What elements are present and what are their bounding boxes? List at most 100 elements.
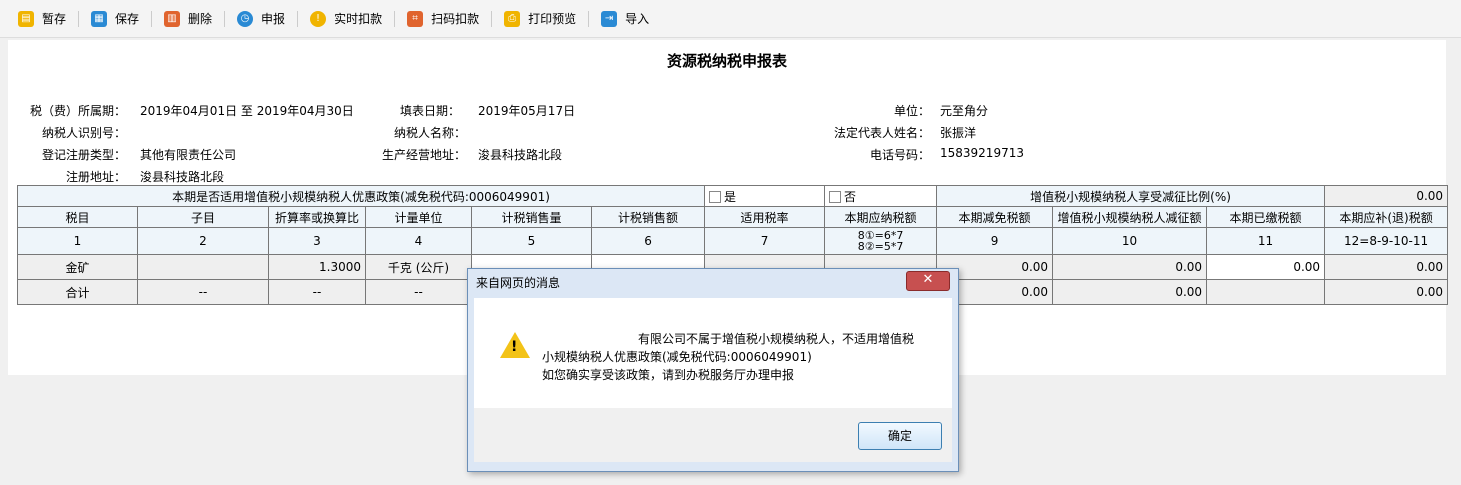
unit-cell: 千克 (公斤) — [365, 254, 472, 280]
small-scale-reduction-cell: 0.00 — [1052, 254, 1208, 280]
fill-date-value: 2019年05月17日 — [478, 104, 576, 118]
save-draft-button[interactable]: ▤ 暂存 — [12, 7, 72, 31]
col-number: 6 — [590, 227, 706, 255]
warning-mark: ! — [511, 339, 518, 355]
ratio-label: 增值税小规模纳税人享受减征比例(%) — [936, 185, 1326, 207]
col-number: 8①=6*7 8②=5*7 — [824, 227, 938, 255]
header-cell: 本期应纳税额 — [824, 206, 938, 228]
taxpayer-name-label: 纳税人名称： — [394, 126, 467, 140]
toolbar-divider — [588, 10, 590, 27]
save-label: 保存 — [115, 12, 140, 26]
realtime-deduct-button[interactable]: ! 实时扣款 — [304, 7, 388, 31]
scan-deduct-label: 扫码扣款 — [431, 12, 480, 26]
delete-label: 删除 — [188, 12, 213, 26]
save-draft-label: 暂存 — [42, 12, 67, 26]
col-number: 10 — [1052, 227, 1208, 255]
policy-question: 本期是否适用增值税小规模纳税人优惠政策(减免税代码:0006049901) — [16, 185, 706, 207]
message-line: 小规模纳税人优惠政策(减免税代码:0006049901) — [542, 350, 812, 364]
ok-button[interactable]: 确定 — [858, 422, 942, 450]
deduct-icon: ! — [310, 10, 327, 27]
dialog-title: 来自网页的消息 — [476, 276, 561, 290]
header-cell: 适用税率 — [704, 206, 826, 228]
col-number: 2 — [137, 227, 269, 255]
print-preview-label: 打印预览 — [528, 12, 577, 26]
message-line: 有限公司不属于增值税小规模纳税人，不适用增值税 — [638, 332, 915, 346]
reg-addr-label: 注册地址： — [66, 170, 127, 184]
header-cell: 增值税小规模纳税人减征额 — [1052, 206, 1208, 228]
yes-label: 是 — [724, 189, 737, 204]
legal-rep-label: 法定代表人姓名： — [834, 126, 931, 140]
header-cell: 折算率或换算比 — [268, 206, 366, 228]
phone-value: 15839219713 — [940, 146, 1024, 160]
toolbar-divider — [151, 10, 153, 27]
period-value: 2019年04月01日 至 2019年04月30日 — [140, 104, 354, 118]
paid-tax-input[interactable]: 0.00 — [1206, 254, 1326, 280]
unit-label: 单位： — [894, 104, 931, 118]
col-number: 11 — [1206, 227, 1326, 255]
total-cell: -- — [365, 279, 472, 305]
header-cell: 本期减免税额 — [936, 206, 1054, 228]
import-icon: ⇥ — [601, 10, 618, 27]
sub-item-cell[interactable] — [137, 254, 269, 280]
toolbar: ▤ 暂存 ▦ 保存 ▥ 删除 ◷ 申报 ! 实时扣款 ⌗ 扫码扣款 ⎙ 打印预览 ⇥ 导入 — [0, 0, 1461, 38]
checkbox-no[interactable] — [829, 191, 842, 203]
col-number: 9 — [936, 227, 1054, 255]
page-title: 资源税纳税申报表 — [666, 52, 787, 70]
delete-button[interactable]: ▥ 删除 — [158, 7, 218, 31]
col-number: 7 — [704, 227, 826, 255]
toolbar-divider — [297, 10, 299, 27]
no-option[interactable]: 否 — [824, 185, 938, 207]
total-cell — [1206, 279, 1326, 305]
table-header-row: 税目 子目 折算率或换算比 计量单位 计税销售量 计税销售额 适用税率 本期应纳… — [17, 206, 1449, 228]
yes-option[interactable]: 是 — [704, 185, 826, 207]
toolbar-divider — [394, 10, 396, 27]
fill-date-label: 填表日期： — [400, 104, 461, 118]
header-cell: 税目 — [17, 206, 138, 228]
save-button[interactable]: ▦ 保存 — [85, 7, 145, 31]
realtime-deduct-label: 实时扣款 — [334, 12, 383, 26]
ratio-value: 0.00 — [1324, 185, 1449, 207]
checkbox-yes[interactable] — [709, 191, 722, 203]
print-preview-button[interactable]: ⎙ 打印预览 — [498, 7, 582, 31]
toolbar-divider — [491, 10, 493, 27]
dialog-message: 有限公司不属于增值税小规模纳税人，不适用增值税 小规模纳税人优惠政策(减免税代码… — [542, 330, 914, 384]
save-icon: ▦ — [91, 10, 108, 27]
header-cell: 本期应补(退)税额 — [1324, 206, 1449, 228]
import-button[interactable]: ⇥ 导入 — [595, 7, 655, 31]
total-label: 合计 — [17, 279, 138, 305]
scan-deduct-button[interactable]: ⌗ 扫码扣款 — [401, 7, 485, 31]
header-cell: 子目 — [137, 206, 269, 228]
header-cell: 本期已缴税额 — [1206, 206, 1326, 228]
tax-item-cell: 金矿 — [17, 254, 138, 280]
biz-addr-value: 浚县科技路北段 — [478, 148, 563, 162]
declare-button[interactable]: ◷ 申报 — [231, 7, 291, 31]
message-dialog: 来自网页的消息 ✕ ! 有限公司不属于增值税小规模纳税人，不适用增值税 小规模纳… — [467, 268, 959, 472]
print-icon: ⎙ — [504, 10, 521, 27]
total-refund-cell: 0.00 — [1324, 279, 1449, 305]
period-label: 税（费）所属期： — [30, 104, 127, 118]
total-small-scale-cell: 0.00 — [1052, 279, 1208, 305]
col-number: 5 — [471, 227, 592, 255]
total-cell: -- — [268, 279, 366, 305]
declare-icon: ◷ — [237, 10, 254, 27]
reg-type-value: 其他有限责任公司 — [140, 148, 237, 162]
scan-icon: ⌗ — [407, 10, 424, 27]
delete-icon: ▥ — [164, 10, 181, 27]
save-draft-icon: ▤ — [18, 10, 34, 27]
col-number: 4 — [365, 227, 472, 255]
total-cell: -- — [137, 279, 269, 305]
import-label: 导入 — [625, 12, 650, 26]
rate-cell: 1.3000 — [268, 254, 366, 280]
header-cell: 计税销售额 — [590, 206, 706, 228]
unit-value: 元至角分 — [940, 104, 989, 118]
col-number: 3 — [268, 227, 366, 255]
message-line: 如您确实享受该政策，请到办税服务厅办理申报 — [542, 368, 795, 382]
header-cell: 计量单位 — [365, 206, 472, 228]
no-label: 否 — [844, 189, 857, 204]
dialog-footer: 确定 — [474, 408, 952, 462]
reg-addr-value: 浚县科技路北段 — [140, 170, 225, 184]
col-number: 1 — [17, 227, 138, 255]
declare-label: 申报 — [261, 12, 286, 26]
legal-rep-value: 张振洋 — [940, 126, 977, 140]
close-button[interactable]: ✕ — [906, 271, 950, 291]
